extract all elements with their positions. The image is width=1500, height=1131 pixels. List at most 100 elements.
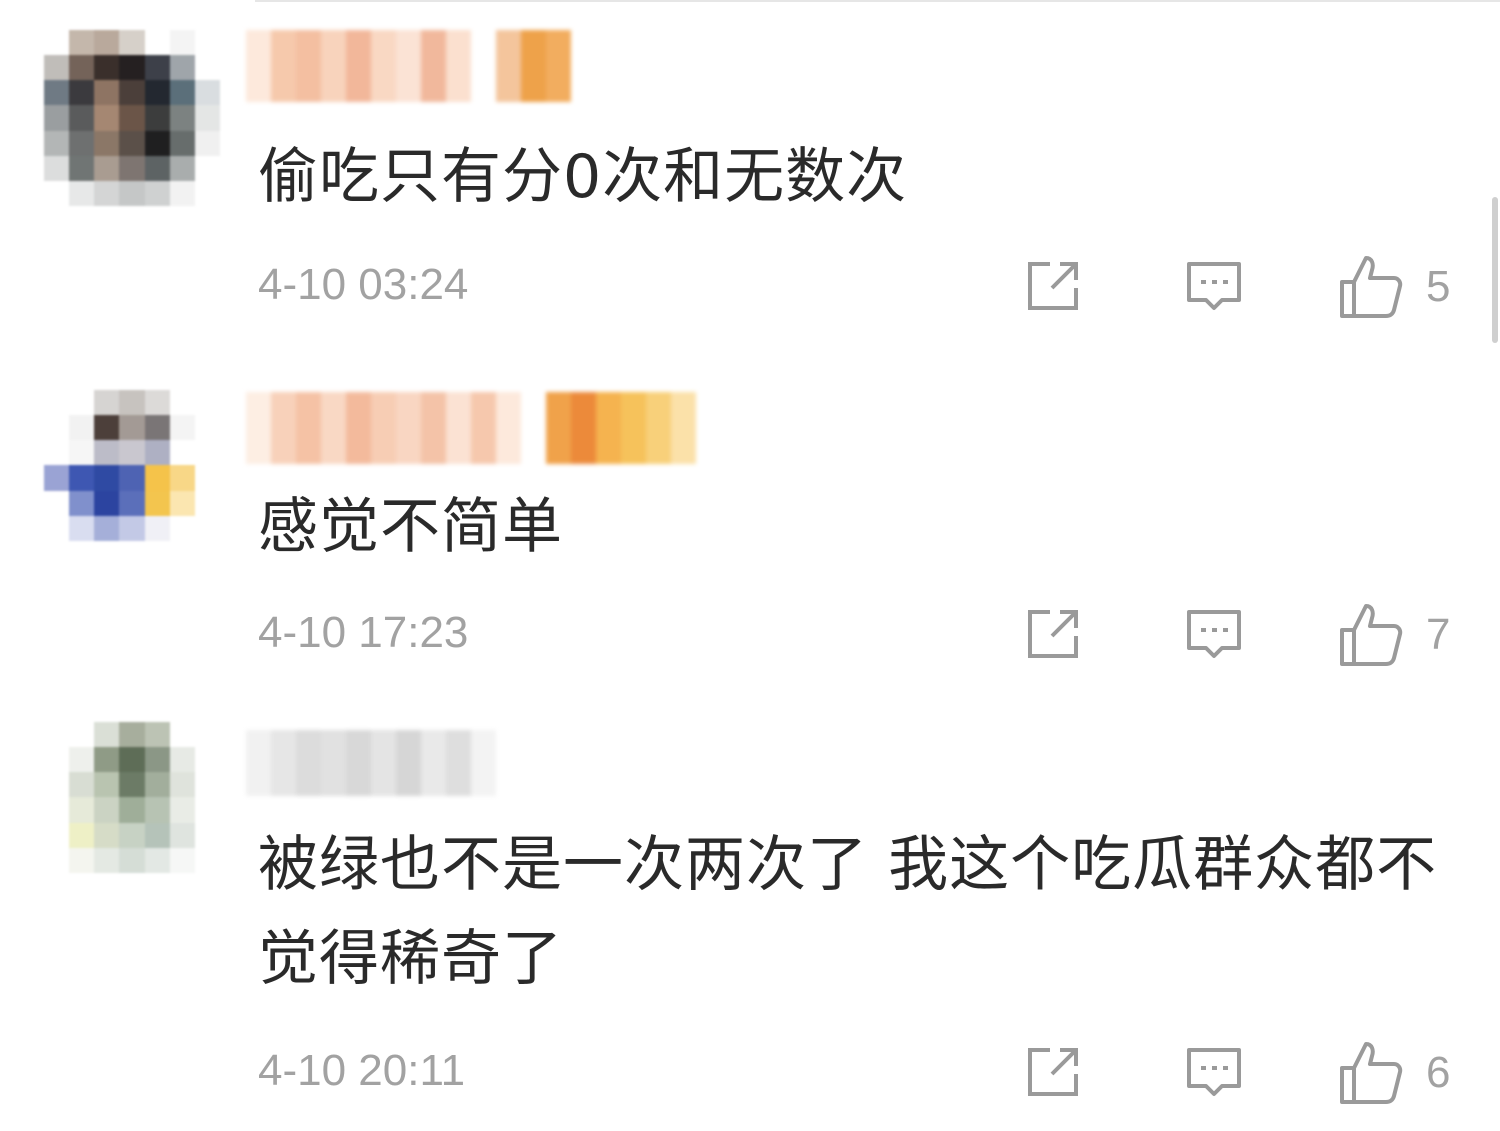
avatar-mosaic-cell	[194, 872, 220, 898]
avatar-mosaic-cell	[94, 747, 120, 773]
share-button[interactable]	[1022, 254, 1086, 318]
scrollbar-thumb[interactable]	[1492, 197, 1498, 343]
avatar-mosaic-cell	[44, 747, 70, 773]
avatar-mosaic-cell	[119, 390, 145, 416]
share-icon	[1028, 610, 1078, 658]
comment-text: 被绿也不是一次两次了 我这个吃瓜群众都不觉得稀奇了	[258, 830, 1438, 994]
avatar-mosaic-cell	[94, 440, 120, 466]
avatar-mosaic-cell	[144, 390, 170, 416]
avatar-mosaic-cell	[119, 55, 145, 81]
avatar-mosaic-cell	[119, 440, 145, 466]
avatar-mosaic-cell	[194, 415, 220, 441]
avatar-mosaic-cell	[194, 130, 220, 156]
avatar-mosaic-cell	[44, 515, 70, 541]
avatar-mosaic-cell	[169, 722, 195, 748]
avatar-mosaic-cell	[144, 797, 170, 823]
avatar-mosaic-cell	[94, 822, 120, 848]
like-button[interactable]: 7	[1338, 602, 1450, 668]
avatar[interactable]	[44, 390, 220, 566]
avatar-mosaic-cell	[94, 540, 120, 566]
avatar-mosaic-cell	[119, 465, 145, 491]
avatar-mosaic-cell	[69, 415, 95, 441]
avatar-mosaic-cell	[44, 872, 70, 898]
avatar-mosaic-cell	[169, 540, 195, 566]
avatar-mosaic-cell	[194, 490, 220, 516]
username-mosaic-cell	[371, 730, 396, 796]
username-mosaic-cell	[621, 392, 646, 464]
username-redacted[interactable]	[246, 730, 496, 796]
avatar-mosaic-cell	[119, 847, 145, 873]
avatar-mosaic-cell	[119, 80, 145, 106]
like-button[interactable]: 5	[1338, 254, 1450, 320]
username-mosaic-cell	[471, 30, 496, 102]
avatar-mosaic-cell	[194, 822, 220, 848]
avatar-mosaic-cell	[94, 872, 120, 898]
avatar-mosaic-cell	[144, 55, 170, 81]
avatar-mosaic-cell	[144, 722, 170, 748]
username-mosaic-cell	[496, 30, 521, 102]
reply-button[interactable]	[1182, 602, 1246, 666]
reply-button[interactable]	[1182, 254, 1246, 318]
comment-timestamp: 4-10 20:11	[258, 1046, 466, 1095]
avatar-mosaic-cell	[94, 80, 120, 106]
top-divider	[255, 0, 1500, 2]
avatar-mosaic-cell	[69, 80, 95, 106]
username-mosaic-cell	[521, 30, 546, 102]
avatar-mosaic-cell	[144, 515, 170, 541]
avatar-mosaic-cell	[169, 797, 195, 823]
avatar-mosaic-cell	[44, 180, 70, 206]
username-mosaic-cell	[471, 392, 496, 464]
avatar-mosaic-cell	[44, 80, 70, 106]
avatar-mosaic-cell	[44, 772, 70, 798]
avatar-mosaic-cell	[44, 847, 70, 873]
avatar-mosaic-cell	[194, 30, 220, 56]
avatar-mosaic-cell	[119, 155, 145, 181]
avatar-mosaic-cell	[194, 55, 220, 81]
avatar-mosaic-cell	[169, 180, 195, 206]
avatar-mosaic-cell	[44, 440, 70, 466]
avatar-mosaic-cell	[69, 772, 95, 798]
avatar[interactable]	[44, 722, 220, 898]
avatar-mosaic-cell	[169, 30, 195, 56]
username-mosaic-cell	[346, 730, 371, 796]
username-redacted[interactable]	[246, 30, 571, 102]
avatar-mosaic-cell	[119, 772, 145, 798]
share-button[interactable]	[1022, 602, 1086, 666]
avatar-mosaic-cell	[169, 55, 195, 81]
like-button[interactable]: 6	[1338, 1040, 1450, 1106]
avatar-mosaic-cell	[194, 80, 220, 106]
username-redacted[interactable]	[246, 392, 696, 464]
share-button[interactable]	[1022, 1040, 1086, 1104]
avatar-mosaic-cell	[69, 515, 95, 541]
like-count: 7	[1426, 610, 1451, 659]
reply-button[interactable]	[1182, 1040, 1246, 1104]
username-mosaic-cell	[396, 30, 421, 102]
avatar-mosaic-cell	[69, 847, 95, 873]
avatar-mosaic-cell	[69, 440, 95, 466]
avatar-mosaic-cell	[144, 30, 170, 56]
comment-timestamp: 4-10 17:23	[258, 608, 469, 657]
avatar-mosaic-cell	[119, 105, 145, 131]
avatar-mosaic-cell	[94, 390, 120, 416]
avatar-mosaic-cell	[119, 415, 145, 441]
avatar[interactable]	[44, 30, 220, 206]
avatar-mosaic-cell	[94, 30, 120, 56]
username-mosaic-cell	[296, 392, 321, 464]
thumbs-up-icon	[1340, 256, 1403, 318]
avatar-mosaic-cell	[44, 797, 70, 823]
avatar-mosaic-cell	[119, 797, 145, 823]
avatar-mosaic-cell	[194, 847, 220, 873]
avatar-mosaic-cell	[69, 722, 95, 748]
username-mosaic-cell	[271, 730, 296, 796]
username-mosaic-cell	[546, 392, 571, 464]
username-mosaic-cell	[246, 30, 271, 102]
avatar-mosaic-cell	[144, 540, 170, 566]
avatar-mosaic-cell	[119, 515, 145, 541]
avatar-mosaic-cell	[169, 772, 195, 798]
avatar-mosaic-cell	[94, 55, 120, 81]
avatar-mosaic-cell	[144, 747, 170, 773]
avatar-mosaic-cell	[69, 822, 95, 848]
avatar-mosaic-cell	[94, 130, 120, 156]
username-mosaic-cell	[496, 392, 521, 464]
avatar-mosaic-cell	[94, 722, 120, 748]
